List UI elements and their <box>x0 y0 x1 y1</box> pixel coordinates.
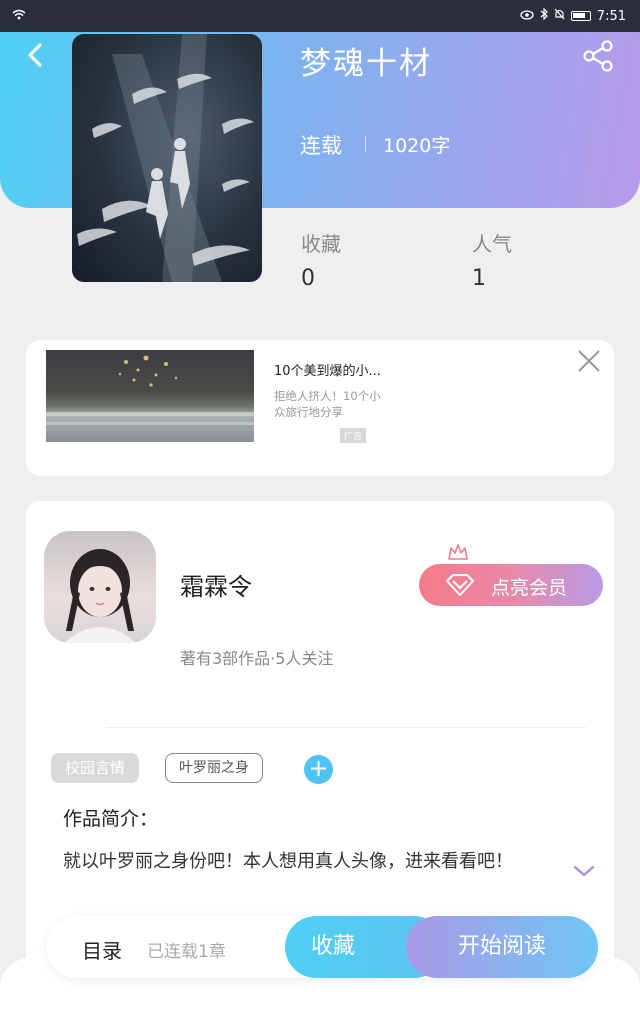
chapter-count: 已连载1章 <box>147 942 226 962</box>
ad-card[interactable]: 10个美到爆的小... 拒绝人挤人！10个小众旅行地分享 广告 <box>26 340 614 476</box>
author-meta: 著有3部作品·5人关注 <box>180 649 334 668</box>
close-icon <box>578 350 600 372</box>
back-button[interactable] <box>22 40 52 70</box>
share-icon <box>583 40 613 72</box>
stat-value-favorites: 0 <box>301 266 315 291</box>
start-reading-button[interactable]: 开始阅读 <box>406 916 598 978</box>
vip-button[interactable]: 点亮会员 <box>419 564 603 606</box>
bottom-action-bar: 目录 已连载1章 收藏 开始阅读 <box>46 916 598 978</box>
toc-button[interactable]: 目录 <box>82 935 122 964</box>
chevron-left-icon <box>28 43 42 67</box>
author-card: 霜霖令 点亮会员 著有3部作品·5人关注 校园言情 叶罗丽之身 + 作品简介： … <box>26 501 614 971</box>
stat-value-popularity: 1 <box>472 266 486 291</box>
book-cover[interactable] <box>72 34 262 282</box>
book-title: 梦魂十材 <box>300 46 432 82</box>
ad-badge: 广告 <box>340 428 367 443</box>
topic-tag[interactable]: 叶罗丽之身 <box>165 753 263 783</box>
stat-label-popularity: 人气 <box>472 232 512 256</box>
crown-icon <box>447 543 469 565</box>
expand-button[interactable] <box>571 863 597 879</box>
battery-icon <box>570 11 591 21</box>
stat-label-favorites: 收藏 <box>301 232 341 256</box>
mute-icon <box>554 8 565 24</box>
diamond-icon <box>445 573 475 602</box>
wifi-icon <box>12 9 26 24</box>
avatar[interactable] <box>44 531 156 643</box>
vip-label: 点亮会员 <box>491 577 568 599</box>
intro-text: 就以叶罗丽之身份吧！本人想用真人头像，进来看看吧！ <box>63 851 513 872</box>
author-name[interactable]: 霜霖令 <box>180 567 252 602</box>
ad-image[interactable] <box>46 350 254 442</box>
word-count: 1020字 <box>383 135 451 157</box>
genre-tag[interactable]: 校园言情 <box>51 753 140 783</box>
ad-title[interactable]: 10个美到爆的小... <box>274 360 381 379</box>
share-button[interactable] <box>580 38 616 74</box>
ad-description: 拒绝人挤人！10个小众旅行地分享 <box>274 389 381 419</box>
divider <box>106 727 586 728</box>
intro-heading: 作品简介： <box>63 808 159 830</box>
plus-icon: + <box>308 754 329 782</box>
add-tag-button[interactable]: + <box>304 755 333 784</box>
status-bar: 7:51 <box>0 0 640 32</box>
eye-icon <box>520 9 534 24</box>
divider <box>365 136 366 152</box>
close-ad-button[interactable] <box>576 348 602 374</box>
chevron-down-icon <box>573 865 595 877</box>
bluetooth-icon <box>540 7 548 24</box>
status-time: 7:51 <box>596 8 626 24</box>
book-status: 连载 <box>300 134 342 158</box>
